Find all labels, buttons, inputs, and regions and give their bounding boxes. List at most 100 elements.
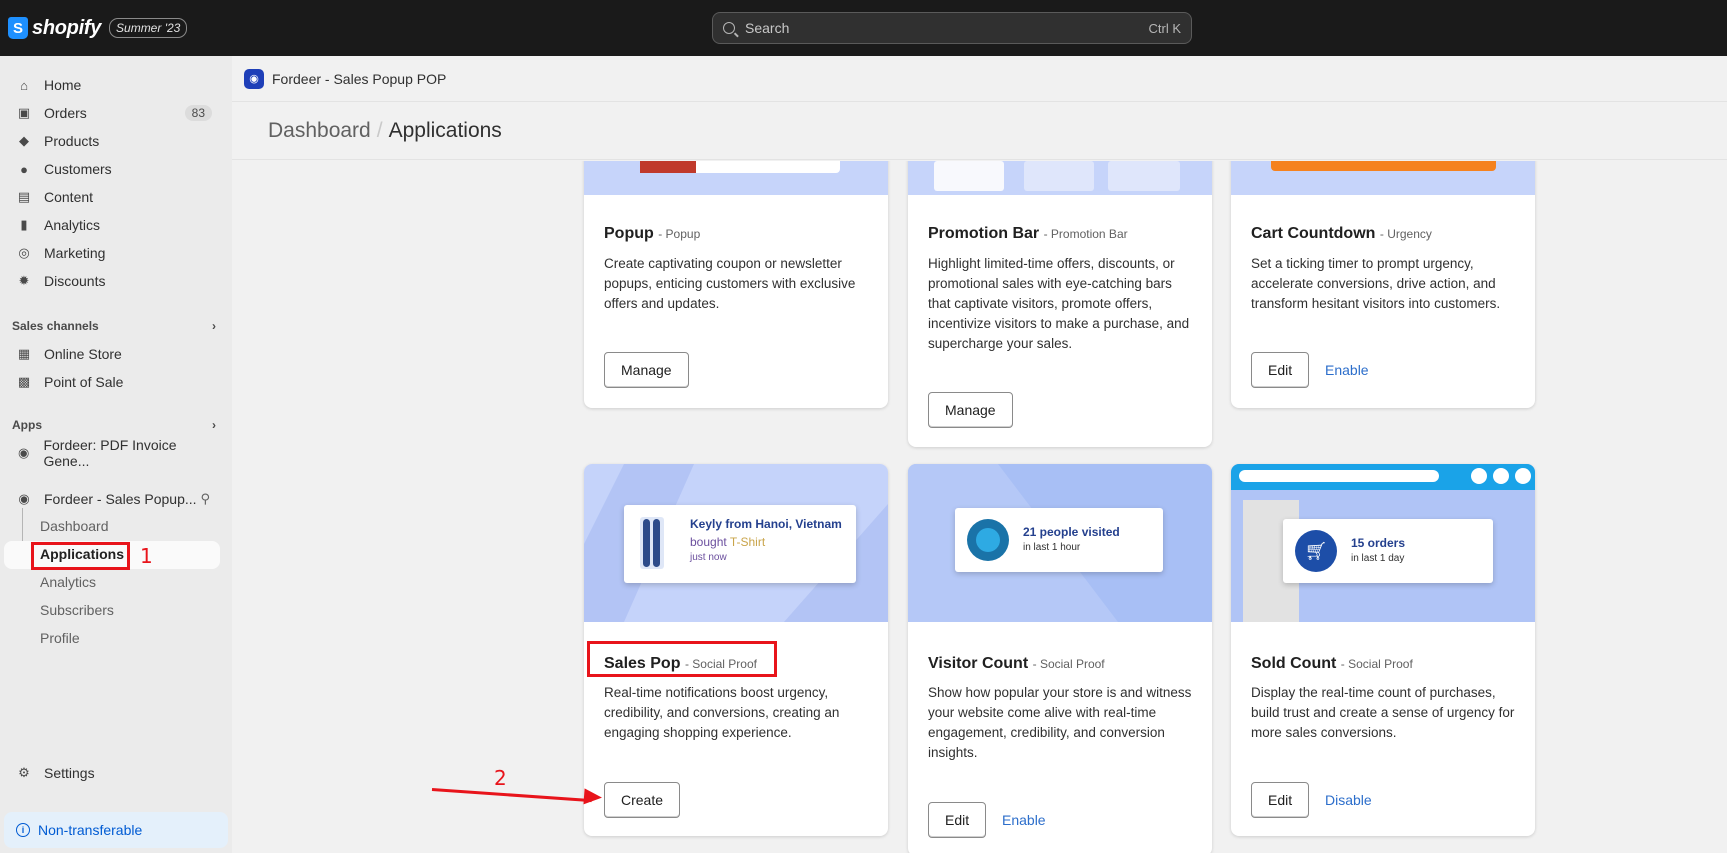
sold-count-preview: 🛒︎ 15 orders in last 1 day bbox=[1283, 519, 1493, 583]
nav-label: Customers bbox=[44, 161, 112, 177]
nav-orders[interactable]: ▣ Orders 83 bbox=[4, 99, 220, 127]
nav-analytics[interactable]: ▮ Analytics bbox=[4, 211, 220, 239]
nav-label: Orders bbox=[44, 105, 87, 121]
nav-content[interactable]: ▤ Content bbox=[4, 183, 220, 211]
nav-settings[interactable]: ⚙ Settings bbox=[4, 759, 220, 787]
preview-headline: 15 orders bbox=[1351, 536, 1406, 550]
app-card-popup: Popup - Popup Create captivating coupon … bbox=[584, 161, 888, 408]
apps-header[interactable]: Apps › bbox=[12, 418, 216, 432]
card-title-text: Sold Count bbox=[1251, 655, 1337, 672]
annotation-arrow-icon bbox=[583, 788, 603, 806]
preview-action: bought bbox=[690, 535, 727, 549]
preview-sub: in last 1 day bbox=[1351, 553, 1405, 564]
non-transferable-label: Non-transferable bbox=[38, 822, 143, 838]
app-card-visitor-count: 21 people visited in last 1 hour Visitor… bbox=[908, 464, 1212, 853]
section-label: Sales channels bbox=[12, 319, 99, 333]
card-title: Visitor Count - Social Proof bbox=[928, 655, 1105, 673]
pin-icon[interactable]: ⚲ bbox=[200, 491, 210, 507]
popup-preview-image bbox=[640, 161, 696, 173]
preview-sub: in last 1 hour bbox=[1023, 542, 1081, 553]
card-category: - Social Proof bbox=[1340, 657, 1413, 671]
breadcrumb: Dashboard / Applications bbox=[232, 103, 1727, 160]
nav-label: Fordeer - Sales Popup... bbox=[44, 491, 197, 507]
preview-bought-line: bought T-Shirt bbox=[690, 535, 765, 549]
card-description: Display the real-time count of purchases… bbox=[1251, 685, 1515, 740]
annotation-number-2: 2 bbox=[494, 766, 507, 790]
app-header: ◉ Fordeer - Sales Popup POP bbox=[232, 56, 1727, 102]
nav-online-store[interactable]: ▦ Online Store bbox=[4, 340, 220, 368]
visitor-count-preview: 21 people visited in last 1 hour bbox=[955, 508, 1163, 572]
search-bar[interactable]: Search Ctrl K bbox=[712, 12, 1192, 44]
manage-button[interactable]: Manage bbox=[604, 352, 689, 388]
nav-marketing[interactable]: ◎ Marketing bbox=[4, 239, 220, 267]
top-bar: S shopify Summer '23 Search Ctrl K bbox=[0, 0, 1727, 56]
subnav-analytics[interactable]: Analytics bbox=[40, 574, 96, 590]
shopify-bag-icon: S bbox=[8, 17, 28, 39]
sales-pop-preview: Keyly from Hanoi, Vietnam bought T-Shirt… bbox=[624, 505, 856, 583]
discount-icon: ✹ bbox=[18, 273, 30, 288]
non-transferable-banner[interactable]: i Non-transferable bbox=[4, 812, 228, 848]
preview-block bbox=[1024, 161, 1094, 191]
nav-discounts[interactable]: ✹ Discounts bbox=[4, 267, 220, 295]
card-description: Real-time notifications boost urgency, c… bbox=[604, 685, 840, 740]
nav-label: Marketing bbox=[44, 245, 106, 261]
card-illustration: 21 people visited in last 1 hour bbox=[908, 464, 1212, 622]
pos-icon: ▩ bbox=[17, 374, 31, 389]
card-illustration: 🛒︎ 15 orders in last 1 day bbox=[1231, 464, 1535, 622]
annotation-box-sales-pop bbox=[587, 641, 777, 677]
subnav-dashboard[interactable]: Dashboard bbox=[40, 518, 109, 534]
card-illustration bbox=[1231, 161, 1535, 195]
preview-product: T-Shirt bbox=[729, 535, 766, 549]
nav-label: Point of Sale bbox=[44, 374, 124, 390]
disable-link[interactable]: Disable bbox=[1325, 792, 1372, 808]
preview-customer-name: Keyly from Hanoi, Vietnam bbox=[690, 517, 842, 531]
edit-button[interactable]: Edit bbox=[928, 802, 987, 838]
enable-link[interactable]: Enable bbox=[1002, 812, 1046, 828]
card-illustration bbox=[584, 161, 888, 195]
nav-label: Content bbox=[44, 189, 94, 205]
app-title: Fordeer - Sales Popup POP bbox=[272, 70, 447, 87]
create-button[interactable]: Create bbox=[604, 782, 681, 818]
card-description: Set a ticking timer to prompt urgency, a… bbox=[1251, 256, 1501, 311]
nav-label: Settings bbox=[44, 765, 95, 781]
annotation-number-1: 1 bbox=[140, 544, 153, 568]
edit-button[interactable]: Edit bbox=[1251, 782, 1310, 818]
breadcrumb-separator: / bbox=[376, 119, 383, 142]
brand-name: shopify bbox=[32, 16, 102, 39]
subnav-subscribers[interactable]: Subscribers bbox=[40, 602, 114, 618]
chevron-right-icon: › bbox=[212, 319, 216, 333]
app-card-sold-count: 🛒︎ 15 orders in last 1 day Sold Count - … bbox=[1231, 464, 1535, 836]
app-card-cart-countdown: Cart Countdown - Urgency Set a ticking t… bbox=[1231, 161, 1535, 408]
card-title-text: Popup bbox=[604, 225, 654, 242]
visitor-circle-icon bbox=[967, 519, 1009, 561]
card-title-text: Cart Countdown bbox=[1251, 225, 1376, 242]
nav-app-pdf-invoice[interactable]: ◉ Fordeer: PDF Invoice Gene... bbox=[4, 437, 220, 469]
card-description: Highlight limited-time offers, discounts… bbox=[928, 256, 1190, 351]
nav-label: Products bbox=[44, 133, 100, 149]
search-icon bbox=[723, 22, 735, 34]
manage-button[interactable]: Manage bbox=[928, 392, 1013, 428]
nav-home[interactable]: ⌂ Home bbox=[4, 71, 220, 99]
home-icon: ⌂ bbox=[20, 77, 28, 93]
card-category: - Promotion Bar bbox=[1043, 227, 1128, 241]
nav-point-of-sale[interactable]: ▩ Point of Sale bbox=[4, 368, 220, 396]
applications-grid: Popup - Popup Create captivating coupon … bbox=[232, 161, 1727, 853]
nav-products[interactable]: ◆ Products bbox=[4, 127, 220, 155]
shopify-logo[interactable]: S shopify Summer '23 bbox=[8, 16, 188, 40]
nav-app-sales-popup[interactable]: ◉ Fordeer - Sales Popup... ⚲ bbox=[4, 485, 220, 513]
target-icon: ◎ bbox=[18, 245, 30, 260]
card-category: - Social Proof bbox=[1032, 657, 1105, 671]
card-illustration: Keyly from Hanoi, Vietnam bought T-Shirt… bbox=[584, 464, 888, 622]
subnav-profile[interactable]: Profile bbox=[40, 630, 80, 646]
nav-label: Online Store bbox=[44, 346, 122, 362]
enable-link[interactable]: Enable bbox=[1325, 362, 1369, 378]
edit-button[interactable]: Edit bbox=[1251, 352, 1310, 388]
sales-channels-header[interactable]: Sales channels › bbox=[12, 319, 216, 333]
edition-badge: Summer '23 bbox=[109, 18, 188, 38]
image-icon: ▤ bbox=[17, 189, 31, 204]
store-icon: ▦ bbox=[17, 346, 31, 361]
breadcrumb-dashboard[interactable]: Dashboard bbox=[268, 119, 371, 143]
card-title: Sold Count - Social Proof bbox=[1251, 655, 1413, 673]
countdown-bar-preview bbox=[1271, 161, 1496, 171]
nav-customers[interactable]: ● Customers bbox=[4, 155, 220, 183]
